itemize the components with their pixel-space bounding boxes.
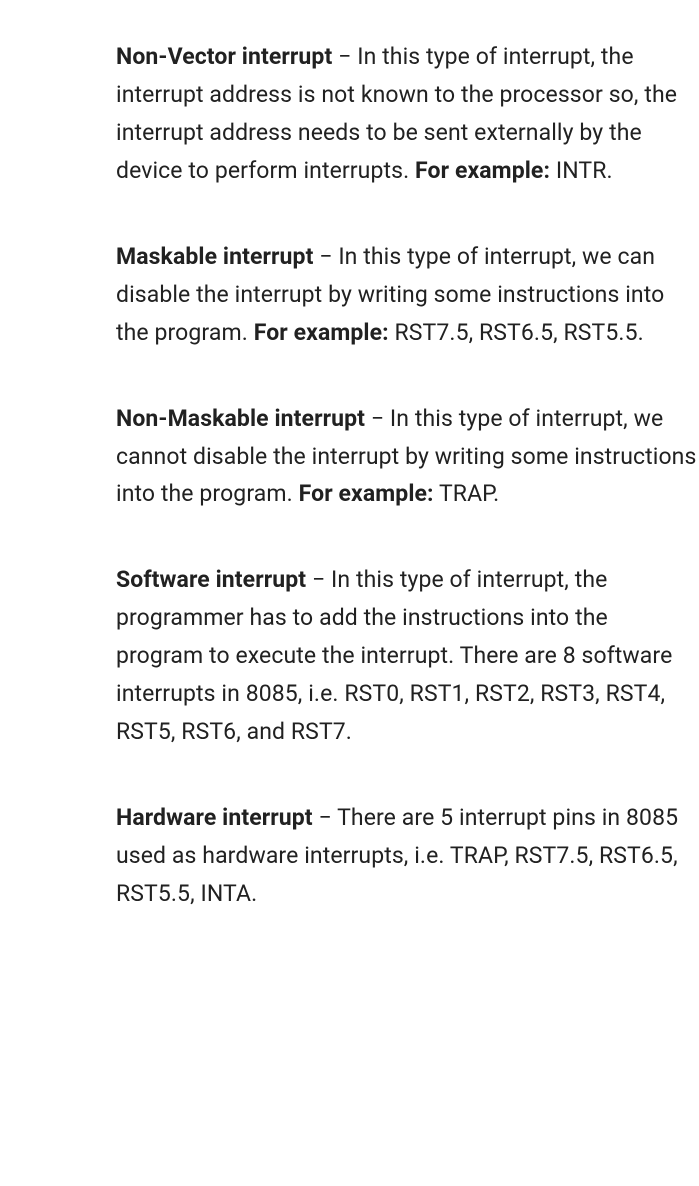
term: Maskable interrupt [116,243,313,270]
dash: − [313,243,338,270]
interrupt-entry: Non-Maskable interrupt − In this type of… [116,400,699,514]
term: Non-Maskable interrupt [116,405,365,432]
dash: − [313,804,337,831]
example-label: For example: [254,319,389,346]
term: Hardware interrupt [116,804,313,831]
term: Software interrupt [116,566,306,593]
example-text: TRAP. [434,480,500,507]
interrupt-entry: Non-Vector interrupt − In this type of i… [116,38,699,190]
term: Non-Vector interrupt [116,43,332,70]
example-text: INTR. [550,157,613,184]
dash: − [306,566,331,593]
interrupt-entry: Software interrupt − In this type of int… [116,561,699,751]
dash: − [365,405,390,432]
dash: − [332,43,357,70]
interrupt-entry: Hardware interrupt − There are 5 interru… [116,799,699,913]
interrupt-entry: Maskable interrupt − In this type of int… [116,238,699,352]
example-text: RST7.5, RST6.5, RST5.5. [389,319,644,346]
example-label: For example: [299,480,434,507]
example-label: For example: [415,157,550,184]
